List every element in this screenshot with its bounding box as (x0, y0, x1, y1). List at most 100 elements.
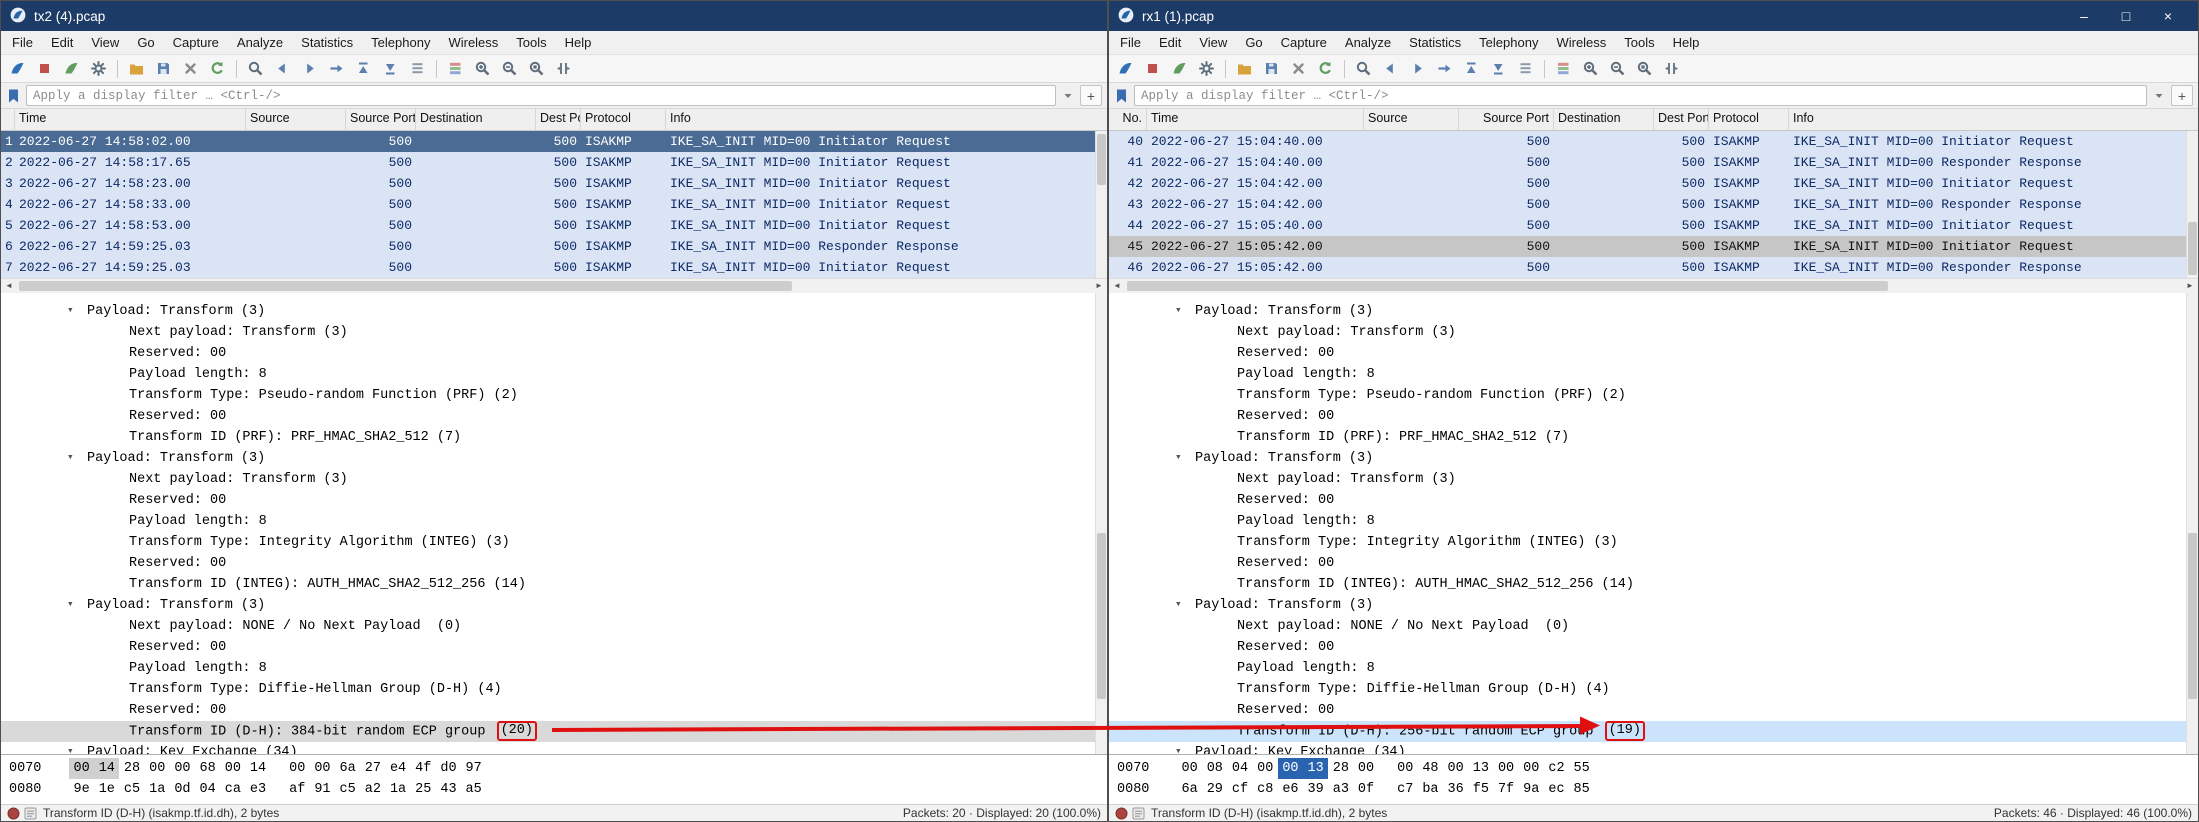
scroll-right-icon[interactable]: ► (1091, 279, 1107, 293)
capture-options-icon[interactable] (1194, 57, 1219, 81)
hex-byte[interactable]: e4 (385, 758, 410, 779)
capture-restart-icon[interactable] (59, 57, 84, 81)
hex-byte[interactable]: d0 (436, 758, 461, 779)
menu-file[interactable]: File (3, 35, 42, 50)
expander-icon[interactable]: ▾ (67, 301, 87, 322)
detail-line[interactable]: ▾Payload: Key Exchange (34) (1, 742, 1107, 754)
packet-row[interactable]: 62022-06-27 14:59:25.03500500ISAKMPIKE_S… (1, 236, 1107, 257)
hex-byte[interactable]: 9a (1519, 779, 1544, 800)
detail-line[interactable]: Next payload: NONE / No Next Payload (0) (1, 616, 1107, 637)
menu-tools[interactable]: Tools (1615, 35, 1663, 50)
detail-line[interactable]: Transform ID (INTEG): AUTH_HMAC_SHA2_512… (1109, 574, 2198, 595)
hex-byte[interactable]: e3 (245, 779, 270, 800)
menu-view[interactable]: View (1190, 35, 1236, 50)
expander-icon[interactable]: ▾ (1175, 595, 1195, 616)
go-forward-icon[interactable] (297, 57, 322, 81)
hex-byte[interactable]: 7f (1493, 779, 1518, 800)
zoom-reset-icon[interactable] (524, 57, 549, 81)
packet-list-vscrollbar[interactable] (2186, 131, 2198, 278)
detail-line[interactable]: Transform Type: Integrity Algorithm (INT… (1, 532, 1107, 553)
menu-capture[interactable]: Capture (1272, 35, 1336, 50)
scrollbar-thumb[interactable] (2188, 533, 2197, 699)
detail-line[interactable]: Transform ID (INTEG): AUTH_HMAC_SHA2_512… (1, 574, 1107, 595)
filter-plus-button[interactable]: + (1080, 85, 1102, 106)
go-first-icon[interactable] (1459, 57, 1484, 81)
column-header-time[interactable]: Time (15, 109, 246, 130)
detail-line[interactable]: ▾Payload: Transform (3) (1109, 448, 2198, 469)
hex-byte[interactable]: 29 (1202, 779, 1227, 800)
detail-line[interactable]: ▾Payload: Transform (3) (1, 448, 1107, 469)
capture-start-icon[interactable] (1113, 57, 1138, 81)
column-header-dest-port[interactable]: Dest Port (1654, 109, 1709, 130)
detail-line[interactable]: Reserved: 00 (1109, 700, 2198, 721)
hex-byte[interactable]: 00 (1443, 758, 1468, 779)
hex-byte[interactable]: c5 (335, 779, 360, 800)
hex-byte[interactable]: c2 (1544, 758, 1569, 779)
detail-line[interactable]: Reserved: 00 (1109, 343, 2198, 364)
column-header-dest-port[interactable]: Dest Port (536, 109, 581, 130)
hex-byte[interactable]: 25 (411, 779, 436, 800)
hex-byte[interactable]: cf (1227, 779, 1252, 800)
hex-byte[interactable]: 6a (1177, 779, 1202, 800)
hex-byte[interactable]: 00 (285, 758, 310, 779)
hex-byte[interactable]: 28 (119, 758, 144, 779)
column-header-source-port[interactable]: Source Port (1459, 109, 1554, 130)
reload-file-icon[interactable] (1313, 57, 1338, 81)
detail-line[interactable]: Transform ID (D-H): 256-bit random ECP g… (1109, 721, 2198, 742)
packet-list-hscrollbar[interactable]: ◄ ► (1, 278, 1107, 293)
hex-byte[interactable]: 36 (1443, 779, 1468, 800)
close-file-icon[interactable] (178, 57, 203, 81)
hex-byte[interactable]: 48 (1418, 758, 1443, 779)
detail-line[interactable]: ▾Payload: Transform (3) (1, 301, 1107, 322)
column-header-info[interactable]: Info (666, 109, 1107, 130)
auto-scroll-icon[interactable] (1513, 57, 1538, 81)
hex-byte[interactable]: e6 (1278, 779, 1303, 800)
scrollbar-thumb[interactable] (19, 281, 792, 291)
reload-file-icon[interactable] (205, 57, 230, 81)
column-header-protocol[interactable]: Protocol (1709, 109, 1789, 130)
menu-telephony[interactable]: Telephony (1470, 35, 1547, 50)
go-last-icon[interactable] (1486, 57, 1511, 81)
hex-byte[interactable]: 08 (1202, 758, 1227, 779)
hex-byte[interactable]: 00 (145, 758, 170, 779)
hex-byte[interactable]: 00 (170, 758, 195, 779)
zoom-out-icon[interactable] (497, 57, 522, 81)
hex-byte[interactable]: 00 (1493, 758, 1518, 779)
scrollbar-thumb[interactable] (2188, 222, 2197, 275)
expander-icon[interactable]: ▾ (1175, 742, 1195, 754)
menu-edit[interactable]: Edit (1150, 35, 1190, 50)
expert-info-icon[interactable] (1115, 807, 1128, 820)
hex-byte[interactable]: 43 (436, 779, 461, 800)
details-vscrollbar[interactable] (1095, 293, 1107, 754)
hex-byte[interactable]: 27 (360, 758, 385, 779)
scrollbar-thumb[interactable] (1097, 533, 1106, 699)
menu-file[interactable]: File (1111, 35, 1150, 50)
detail-line[interactable]: Transform ID (PRF): PRF_HMAC_SHA2_512 (7… (1109, 427, 2198, 448)
scrollbar-thumb[interactable] (1097, 134, 1106, 185)
minimize-button[interactable]: – (2063, 1, 2105, 31)
hex-byte[interactable]: 00 (310, 758, 335, 779)
detail-line[interactable]: Payload length: 8 (1, 511, 1107, 532)
hex-byte[interactable]: 00 (1177, 758, 1202, 779)
detail-line[interactable]: Payload length: 8 (1, 364, 1107, 385)
detail-line[interactable]: Reserved: 00 (1, 406, 1107, 427)
capture-options-icon[interactable] (86, 57, 111, 81)
packet-row[interactable]: 412022-06-27 15:04:40.00500500ISAKMPIKE_… (1109, 152, 2198, 173)
chevron-down-icon[interactable] (2152, 89, 2166, 103)
detail-line[interactable]: Reserved: 00 (1, 343, 1107, 364)
hex-byte[interactable]: c5 (119, 779, 144, 800)
packet-row[interactable]: 452022-06-27 15:05:42.00500500ISAKMPIKE_… (1109, 236, 2198, 257)
detail-line[interactable]: Payload length: 8 (1109, 658, 2198, 679)
packet-list-hscrollbar[interactable]: ◄ ► (1109, 278, 2198, 293)
detail-line[interactable]: ▾Payload: Transform (3) (1, 595, 1107, 616)
expert-info-icon[interactable] (7, 807, 20, 820)
hex-byte[interactable]: 4f (411, 758, 436, 779)
column-header-protocol[interactable]: Protocol (581, 109, 666, 130)
hex-byte[interactable]: 6a (335, 758, 360, 779)
packet-row[interactable]: 72022-06-27 14:59:25.03500500ISAKMPIKE_S… (1, 257, 1107, 278)
detail-line[interactable]: Reserved: 00 (1, 700, 1107, 721)
column-header-time[interactable]: Time (1147, 109, 1364, 130)
menu-statistics[interactable]: Statistics (292, 35, 362, 50)
expander-icon[interactable]: ▾ (1175, 448, 1195, 469)
packet-row[interactable]: 42022-06-27 14:58:33.00500500ISAKMPIKE_S… (1, 194, 1107, 215)
